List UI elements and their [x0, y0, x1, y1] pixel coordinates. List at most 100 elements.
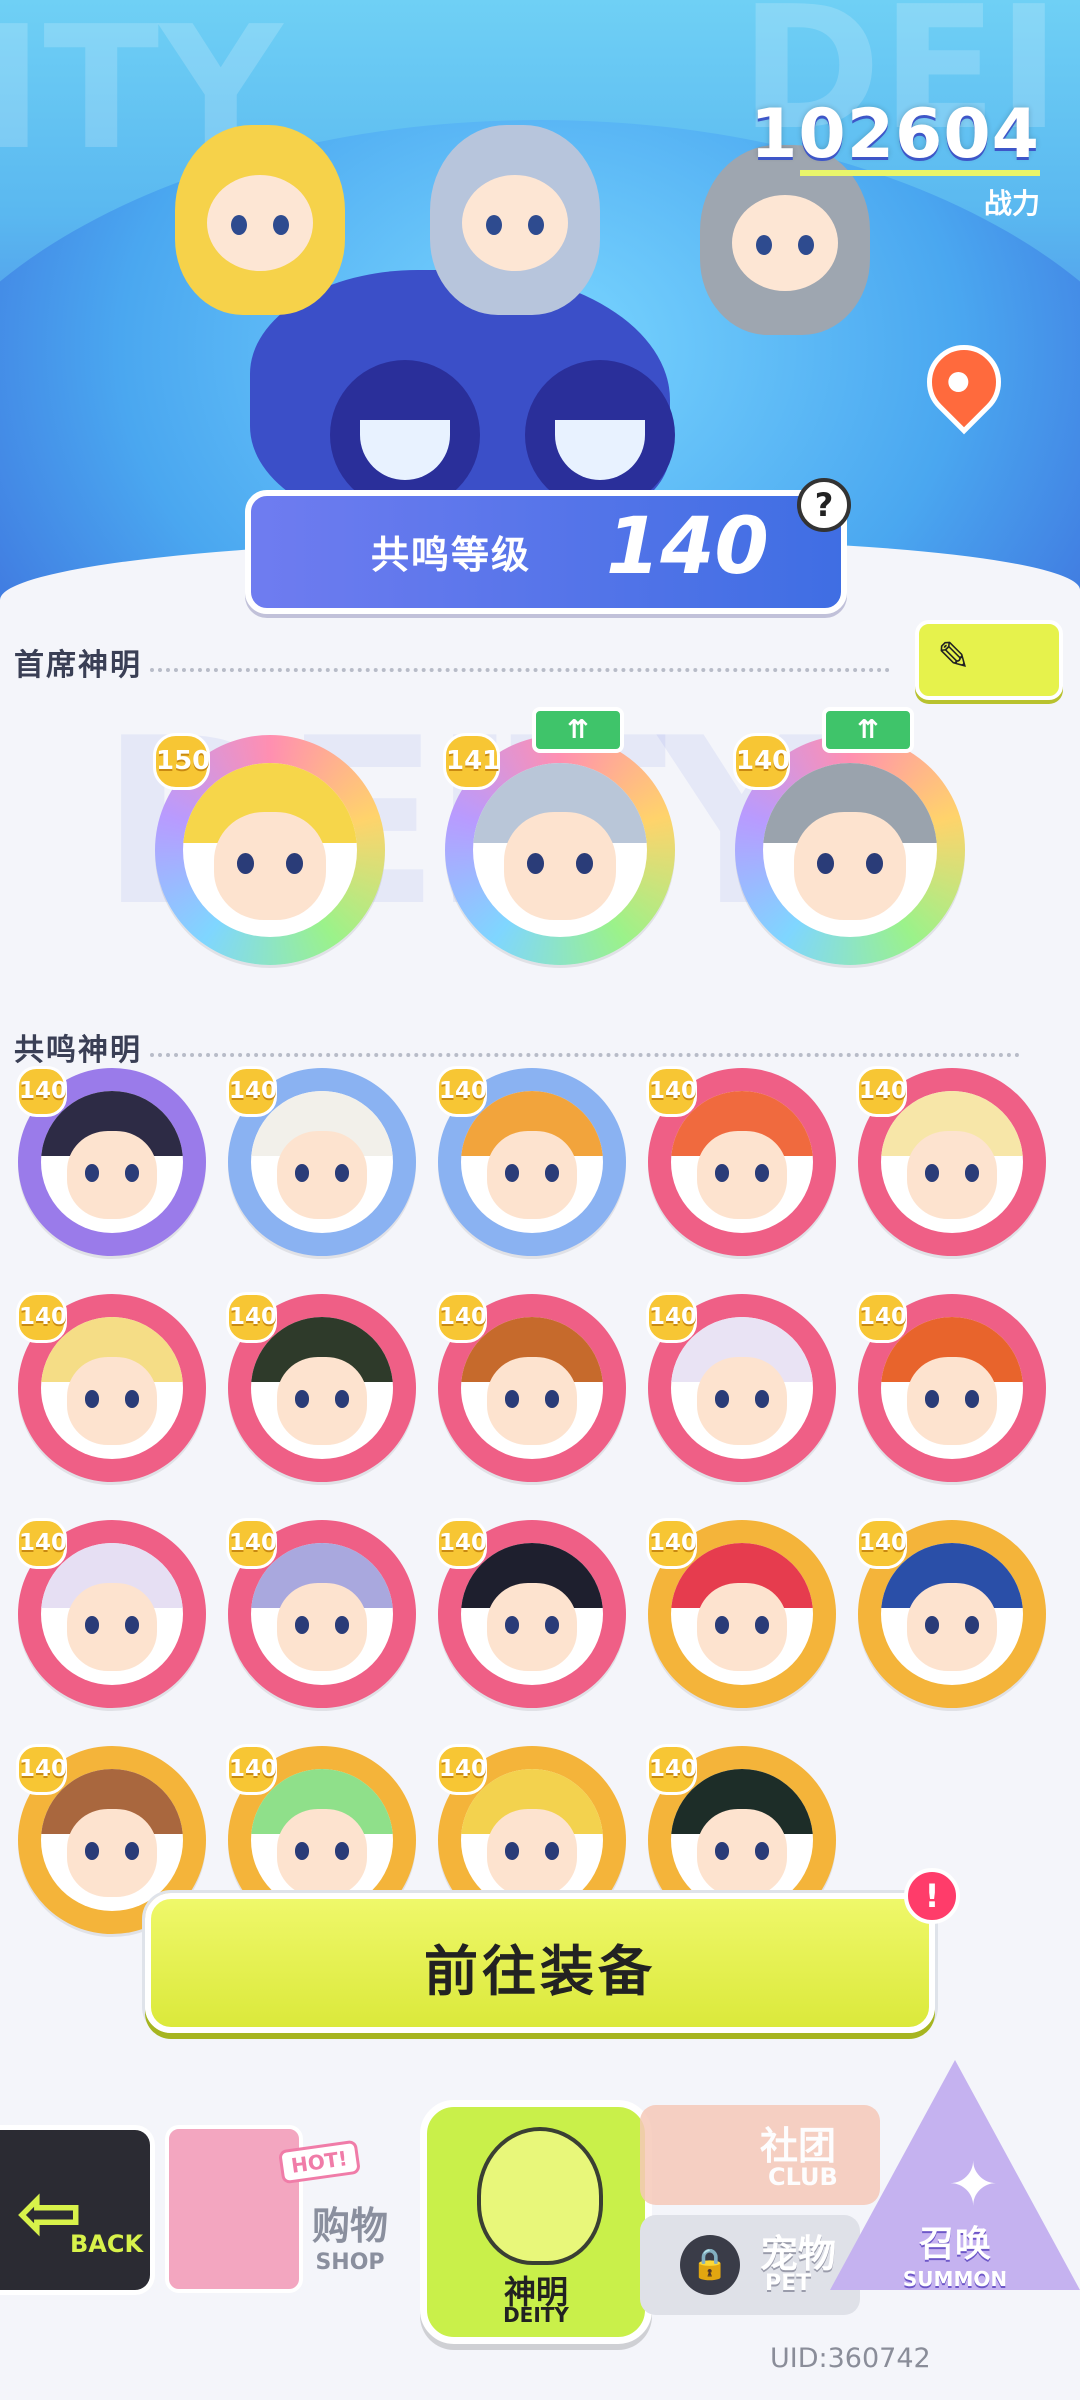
resonance-deity-badge[interactable]: 140 — [226, 1292, 416, 1482]
chief-deities-title: 首席神明 — [14, 648, 142, 683]
user-id: UID:360742 — [770, 2343, 931, 2374]
alert-badge: ! — [904, 1868, 960, 1924]
deity-portrait — [251, 1091, 393, 1233]
resonance-level-label: 共鸣等级 — [371, 533, 532, 577]
lock-icon: 🔒 — [680, 2235, 740, 2295]
deity-portrait — [461, 1543, 603, 1685]
deity-level-badge: 140 — [856, 1066, 907, 1117]
deity-portrait — [251, 1769, 393, 1911]
summon-label-en: SUMMON — [902, 2267, 1008, 2291]
deity-level-badge: 140 — [436, 1518, 487, 1569]
deity-portrait — [881, 1317, 1023, 1459]
chief-deity-badge[interactable]: 141 ⇈ — [443, 707, 675, 965]
deity-portrait — [41, 1317, 183, 1459]
deity-level-badge: 140 — [226, 1518, 277, 1569]
resonance-deity-badge[interactable]: 140 — [436, 1518, 626, 1708]
deity-portrait — [671, 1769, 813, 1911]
deity-portrait — [461, 1769, 603, 1911]
deity-level-badge: 140 — [436, 1744, 487, 1795]
shop-label-en: SHOP — [315, 2250, 385, 2275]
resonance-deity-badge[interactable]: 140 — [226, 1518, 416, 1708]
pet-label-en: PET — [765, 2271, 812, 2296]
resonance-deity-badge[interactable]: 140 — [856, 1066, 1046, 1256]
chief-deity-badge[interactable]: 150 — [153, 733, 385, 965]
nav-pet[interactable]: 🔒 宠物 PET — [640, 2215, 860, 2315]
resonance-level-value: 140 — [606, 502, 769, 592]
deity-level-badge: 140 — [646, 1518, 697, 1569]
resonance-deity-badge[interactable]: 140 — [856, 1292, 1046, 1482]
deity-level-badge: 140 — [16, 1066, 67, 1117]
summon-label[interactable]: 召唤 SUMMON — [880, 2215, 1030, 2291]
deity-portrait — [671, 1543, 813, 1685]
club-label-cn: 社团 — [760, 2124, 837, 2168]
resonance-deity-badge[interactable]: 140 — [226, 1066, 416, 1256]
nav-deity[interactable]: 神明 DEITY — [420, 2100, 652, 2344]
deity-portrait — [671, 1091, 813, 1233]
deity-level-badge: 141 — [443, 733, 500, 790]
shop-label-cn: 购物 — [311, 2204, 388, 2248]
deity-level-badge: 140 — [856, 1292, 907, 1343]
resonance-deity-badge[interactable]: 140 — [436, 1292, 626, 1482]
deity-level-badge: 140 — [226, 1744, 277, 1795]
deity-portrait — [251, 1317, 393, 1459]
back-button[interactable]: ⇦ BACK — [0, 2125, 155, 2295]
section-divider — [150, 1053, 1020, 1057]
shop-label: 购物 SHOP — [290, 2195, 410, 2275]
deity-level-badge: 140 — [16, 1744, 67, 1795]
club-label-en: CLUB — [768, 2163, 838, 2191]
deity-portrait — [41, 1091, 183, 1233]
deity-level-badge: 140 — [646, 1066, 697, 1117]
resonance-deity-badge[interactable]: 140 — [16, 1292, 206, 1482]
nav-shop[interactable]: HOT! 购物 SHOP — [160, 2085, 410, 2293]
deity-portrait — [461, 1317, 603, 1459]
deity-level-badge: 140 — [856, 1518, 907, 1569]
deity-level-badge: 140 — [646, 1744, 697, 1795]
deity-level-badge: 140 — [436, 1292, 487, 1343]
deity-portrait — [671, 1317, 813, 1459]
chibi-deity-1[interactable] — [175, 125, 345, 315]
edit-pencil-icon: ✎ — [937, 634, 971, 680]
summon-label-cn: 召唤 — [918, 2224, 991, 2265]
deity-portrait — [41, 1543, 183, 1685]
resonance-deity-badge[interactable]: 140 — [646, 1292, 836, 1482]
star-icon: ✦ — [948, 2150, 999, 2220]
deity-level-badge: 140 — [436, 1066, 487, 1117]
resonance-level-panel: 共鸣等级 140 — [245, 490, 847, 614]
chief-deity-badge[interactable]: 140 ⇈ — [733, 707, 965, 965]
deity-portrait — [183, 763, 357, 937]
upgrade-arrows-icon: ⇈ — [822, 707, 914, 753]
deity-level-badge: 140 — [16, 1518, 67, 1569]
resonance-deity-badge[interactable]: 140 — [856, 1518, 1046, 1708]
resonance-deity-badge[interactable]: 140 — [646, 1066, 836, 1256]
planet-eye-left — [330, 360, 480, 510]
question-icon[interactable]: ? — [797, 478, 851, 532]
resonance-deity-badge[interactable]: 140 — [436, 1066, 626, 1256]
resonance-deities-title: 共鸣神明 — [14, 1033, 142, 1068]
chibi-deity-2[interactable] — [430, 125, 600, 315]
pet-label-cn: 宠物 — [760, 2232, 837, 2276]
deity-level-badge: 140 — [733, 733, 790, 790]
go-equip-button[interactable]: 前往装备 — [145, 1893, 935, 2033]
go-equip-label: 前往装备 — [424, 1940, 656, 2003]
deity-level-badge: 140 — [646, 1292, 697, 1343]
deity-level-badge: 140 — [226, 1066, 277, 1117]
deity-level-badge: 140 — [226, 1292, 277, 1343]
deity-portrait — [881, 1543, 1023, 1685]
deity-level-badge: 150 — [153, 733, 210, 790]
power-value: 102604 — [750, 95, 1040, 174]
resonance-deity-badge[interactable]: 140 — [16, 1518, 206, 1708]
deity-mascot-icon — [477, 2127, 603, 2265]
deity-portrait — [461, 1091, 603, 1233]
deity-label-en: DEITY — [503, 2303, 569, 2327]
planet-eye-right — [525, 360, 675, 510]
power-label: 战力 — [983, 187, 1040, 220]
upgrade-arrows-icon: ⇈ — [532, 707, 624, 753]
edit-lineup-button[interactable]: ✎ — [915, 620, 1063, 700]
back-label: BACK — [70, 2230, 144, 2258]
deity-portrait — [473, 763, 647, 937]
resonance-deity-badge[interactable]: 140 — [16, 1066, 206, 1256]
resonance-deity-badge[interactable]: 140 — [646, 1518, 836, 1708]
power-display: 102604 战力 — [750, 95, 1040, 222]
deity-portrait — [251, 1543, 393, 1685]
deity-portrait — [41, 1769, 183, 1911]
